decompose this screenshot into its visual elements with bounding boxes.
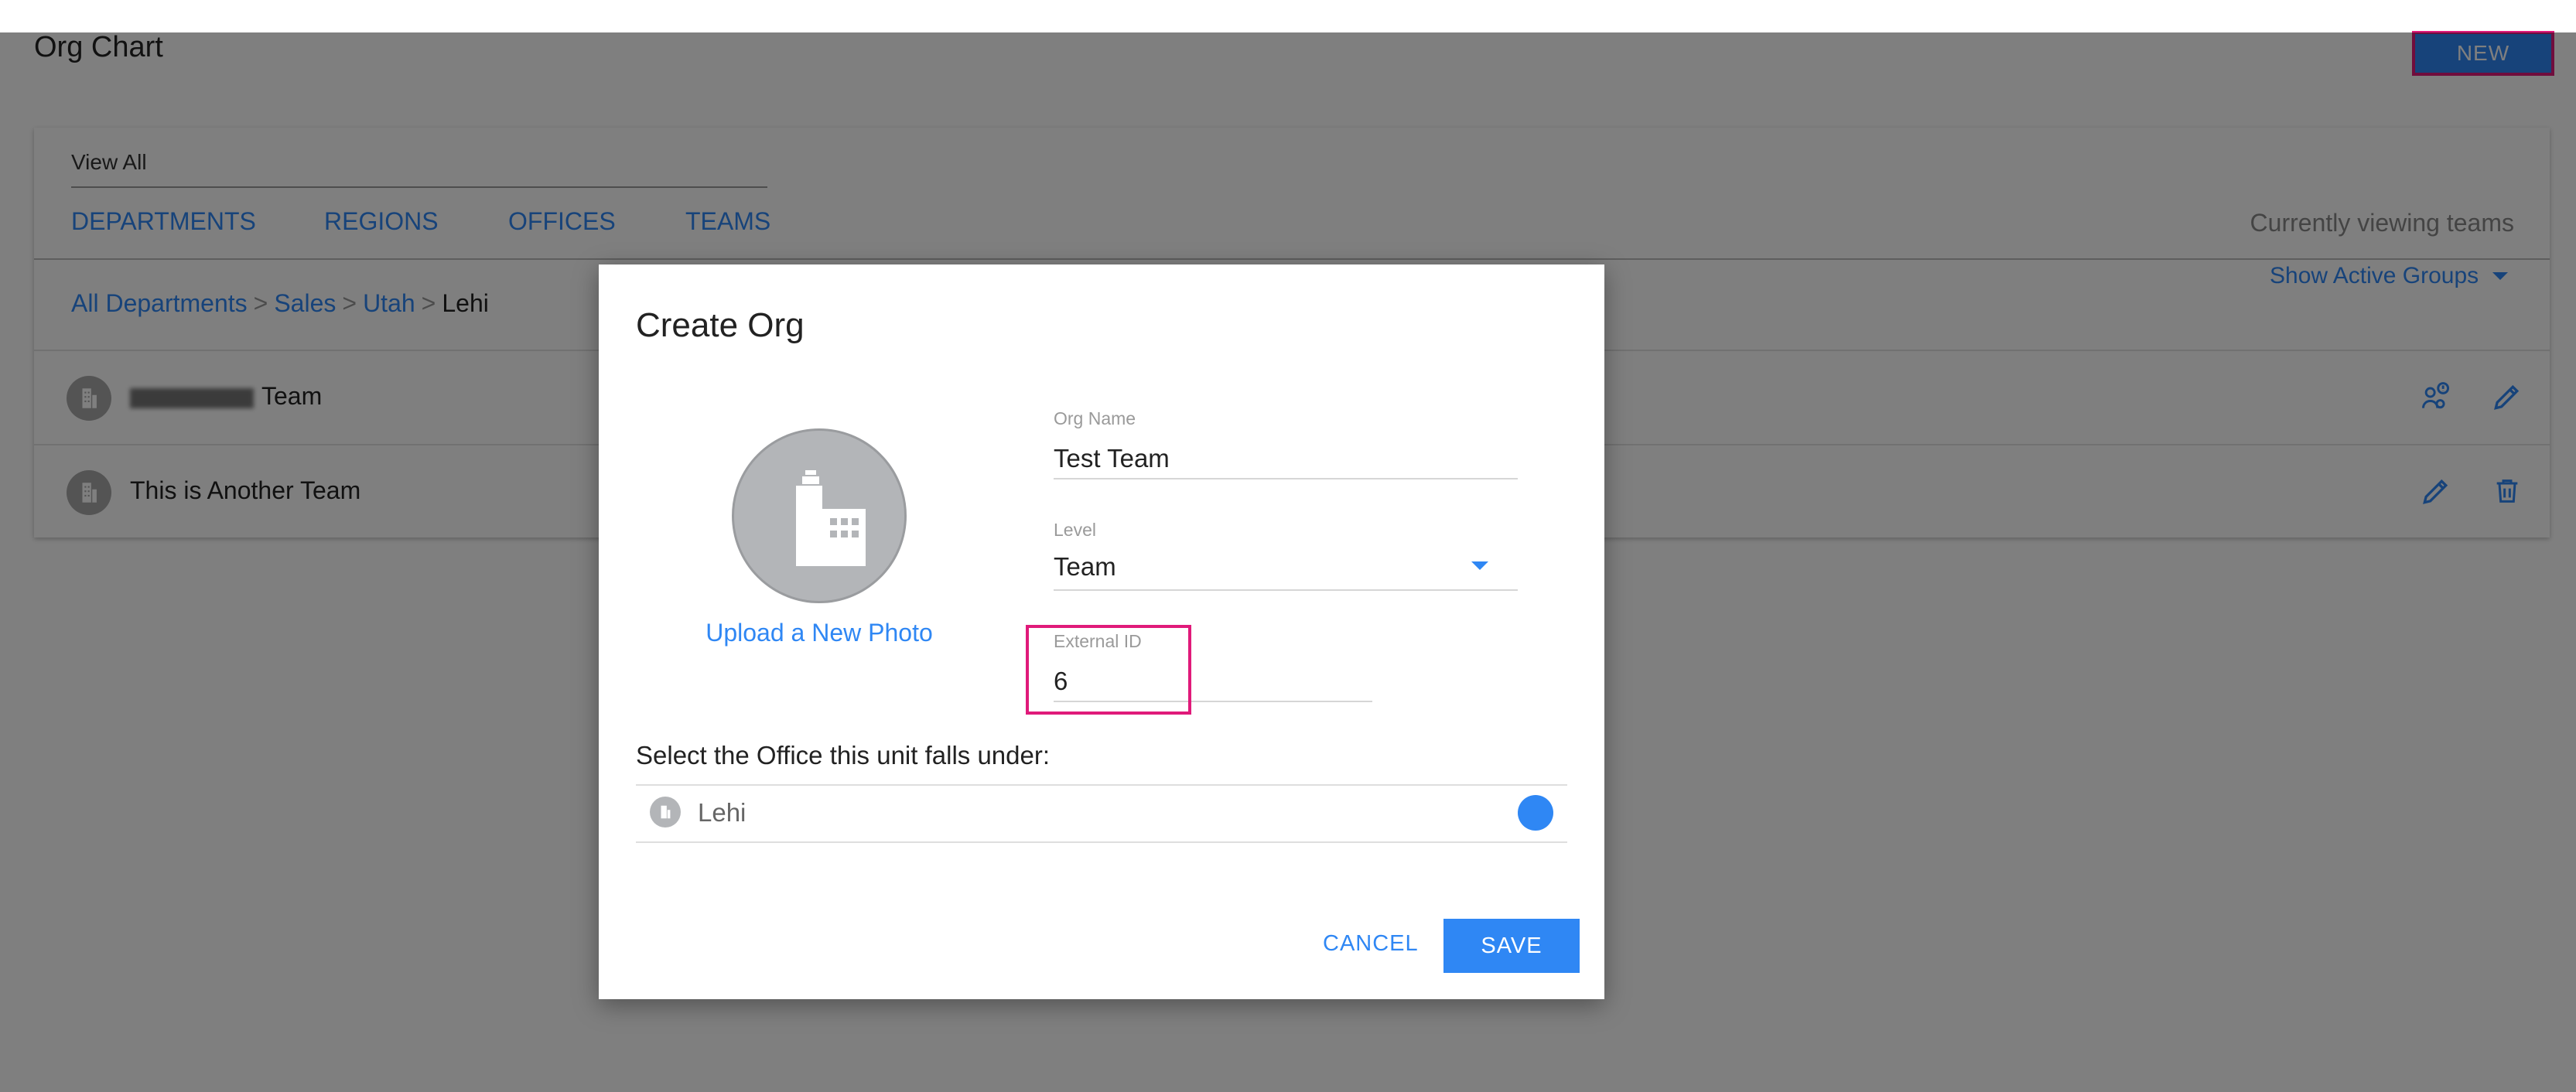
upload-photo-link[interactable]: Upload a New Photo bbox=[645, 619, 993, 647]
office-prompt: Select the Office this unit falls under: bbox=[636, 741, 1051, 770]
org-photo-placeholder[interactable] bbox=[732, 428, 907, 603]
office-list-divider bbox=[636, 784, 1567, 786]
building-icon bbox=[796, 470, 866, 566]
level-underline bbox=[1054, 589, 1518, 591]
office-option-label[interactable]: Lehi bbox=[698, 798, 746, 828]
dialog-title: Create Org bbox=[636, 306, 805, 344]
create-org-dialog: Create Org Upload a New Photo Org Name T… bbox=[599, 264, 1604, 999]
org-name-field[interactable]: Test Team bbox=[1054, 444, 1170, 473]
level-label: Level bbox=[1054, 520, 1096, 540]
chevron-down-icon[interactable] bbox=[1471, 561, 1488, 570]
external-id-highlight bbox=[1026, 625, 1191, 715]
building-icon bbox=[650, 797, 681, 828]
save-button[interactable]: SAVE bbox=[1443, 919, 1580, 973]
office-list-divider bbox=[636, 841, 1567, 843]
org-name-label: Org Name bbox=[1054, 408, 1136, 428]
org-name-underline bbox=[1054, 478, 1518, 479]
cancel-button[interactable]: CANCEL bbox=[1323, 931, 1419, 957]
level-select[interactable]: Team bbox=[1054, 552, 1116, 582]
office-radio-selected[interactable] bbox=[1518, 795, 1553, 831]
